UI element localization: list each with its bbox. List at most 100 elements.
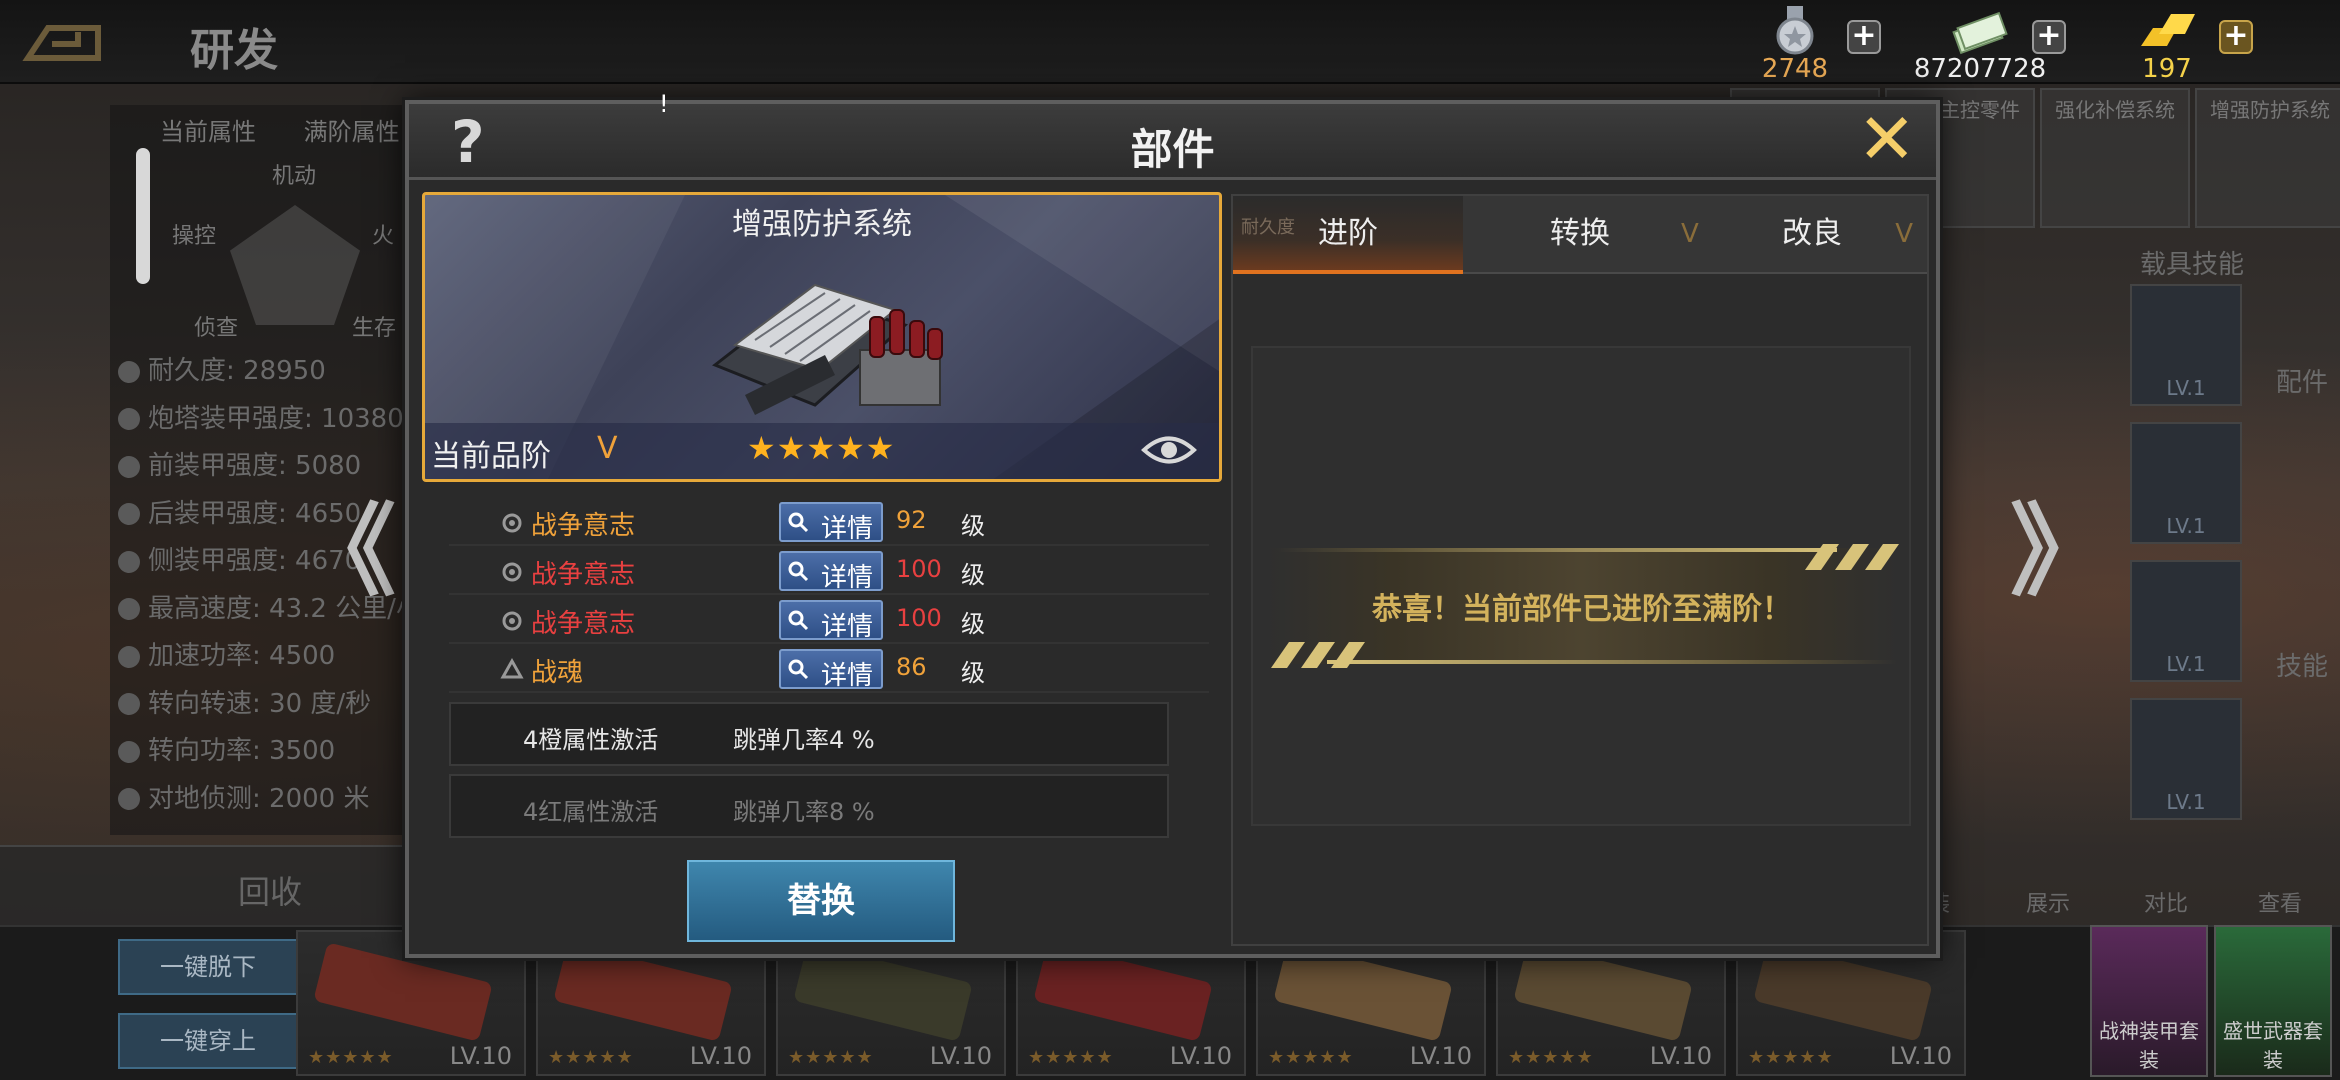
activation-effect: 跳弹几率8 % <box>733 798 875 826</box>
stat-icon <box>118 693 140 716</box>
radar-label: 机动 <box>272 164 317 189</box>
back-icon[interactable] <box>18 14 108 64</box>
stat-icon <box>118 503 140 526</box>
cash-resource: + 87207728 <box>1900 4 2100 84</box>
detail-label: 详情 <box>821 563 874 593</box>
stat-row: 耐久度: 28950 <box>118 348 422 396</box>
banner-stripes <box>1271 642 1365 668</box>
detail-button[interactable]: 详情 <box>779 502 883 544</box>
medal-icon <box>1776 6 1814 55</box>
attribute-row: 战争意志 详情 100 级 <box>449 547 1209 595</box>
slot-level: LV.10 <box>1409 1042 1472 1070</box>
slot-level: LV.10 <box>1649 1042 1712 1070</box>
side-tab-parts[interactable]: 配件 <box>2276 362 2328 399</box>
radar-label: 操控 <box>172 224 217 249</box>
side-tab-skills[interactable]: 技能 <box>2276 646 2328 683</box>
grade-value: V <box>597 431 618 466</box>
action-view[interactable]: 查看 <box>2258 886 2302 918</box>
recycle-button[interactable]: 回收 <box>238 867 302 913</box>
tab-convert[interactable]: 转换 <box>1465 196 1695 274</box>
stat-row: 炮塔装甲强度: 10380 <box>118 396 422 444</box>
max-level-banner: 恭喜！当前部件已进阶至满阶！ <box>1267 544 1899 668</box>
vehicle-skills-title: 载具技能 <box>2140 250 2245 280</box>
stat-icon <box>118 550 140 573</box>
attribute-name: 战魂 <box>531 658 584 688</box>
slot-level: LV.10 <box>929 1042 992 1070</box>
upgrade-tabs: 耐久度 进阶 转换 V 改良 V <box>1233 196 1927 274</box>
skill-level: LV.1 <box>2166 376 2206 400</box>
attribute-row: 战争意志 详情 92 级 <box>449 498 1209 546</box>
replace-button[interactable]: 替换 <box>687 860 955 942</box>
next-part-arrow[interactable]: 》 <box>2010 470 2110 615</box>
cash-icon <box>1952 11 2008 55</box>
slot-stars: ★★★★★ <box>1748 1047 1834 1068</box>
attribute-value: 100 <box>896 555 942 583</box>
tab-refine[interactable]: V 改良 V <box>1681 196 1927 274</box>
cash-add-button[interactable]: + <box>2032 20 2066 54</box>
detail-label: 详情 <box>821 612 874 642</box>
radar-label: 生存 <box>352 316 397 341</box>
prev-part-arrow[interactable]: 《 <box>296 470 396 615</box>
equip-all-button[interactable]: 一键穿上 <box>118 1013 298 1069</box>
medal-add-button[interactable]: + <box>1847 20 1881 54</box>
skill-tile[interactable]: LV.1 <box>2130 560 2242 682</box>
skill-level: LV.1 <box>2166 790 2206 814</box>
skill-tile[interactable]: LV.1 <box>2130 422 2242 544</box>
skill-level: LV.1 <box>2166 652 2206 676</box>
gear-icon <box>502 611 522 631</box>
detail-button[interactable]: 详情 <box>779 600 883 642</box>
tab-advance[interactable]: 耐久度 进阶 <box>1233 196 1463 274</box>
banner-stripes <box>1805 544 1899 570</box>
eye-icon[interactable] <box>1141 433 1197 467</box>
tab-max-attributes[interactable]: 满阶属性 <box>304 118 400 146</box>
medal-resource: + 2748 <box>1715 4 1915 84</box>
weapon-suit-label: 盛世武器套装 <box>2223 1019 2323 1072</box>
slot-level: LV.10 <box>1169 1042 1232 1070</box>
top-item[interactable]: 强化补偿系统 <box>2040 88 2190 228</box>
skill-tile[interactable]: LV.1 <box>2130 284 2242 406</box>
attribute-value: 92 <box>896 506 927 534</box>
stat-text: 对地侦测: 2000 米 <box>148 783 370 814</box>
medal-value: 2748 <box>1761 54 1829 84</box>
slot-level: LV.10 <box>1889 1042 1952 1070</box>
banner-line <box>1277 548 1837 552</box>
action-compare[interactable]: 对比 <box>2144 886 2188 918</box>
close-icon[interactable]: ✕ <box>1857 98 1916 180</box>
weapon-suit-card[interactable]: 盛世武器套装 <box>2214 925 2332 1077</box>
detail-button[interactable]: 详情 <box>779 649 883 691</box>
banner-line <box>1327 660 1897 664</box>
attribute-row: 战争意志 详情 100 级 <box>449 596 1209 644</box>
recycle-bar: 回收 <box>0 845 440 925</box>
detail-button[interactable]: 详情 <box>779 551 883 593</box>
top-item[interactable]: 增强防护系统 <box>2195 88 2340 228</box>
attribute-scrollbar[interactable] <box>136 148 150 284</box>
tab-label: 进阶 <box>1318 216 1378 251</box>
stat-text: 加速功率: 4500 <box>148 641 336 671</box>
stat-icon <box>118 360 140 383</box>
page-title: 研发 <box>190 25 278 76</box>
slot-stars: ★★★★★ <box>1028 1047 1114 1068</box>
activation-label: 4红属性激活 <box>523 798 659 826</box>
activation-label: 4橙属性激活 <box>523 726 659 754</box>
skill-tile[interactable]: LV.1 <box>2130 698 2242 820</box>
grade-tag: V <box>1895 219 1913 249</box>
tab-current-attributes[interactable]: 当前属性 <box>160 118 256 146</box>
level-unit: 级 <box>961 561 985 589</box>
radar-label: 侦查 <box>194 316 239 341</box>
durability-tag: 耐久度 <box>1241 217 1295 238</box>
spirit-icon <box>500 657 524 679</box>
stat-row: 转向转速: 30 度/秒 <box>118 681 422 729</box>
tab-label: 改良 <box>1782 216 1842 251</box>
activation-row: 4橙属性激活 跳弹几率4 % <box>449 702 1169 766</box>
level-unit: 级 <box>961 512 985 540</box>
gold-add-button[interactable]: + <box>2219 20 2253 54</box>
part-name: 增强防护系统 <box>732 207 912 242</box>
stat-icon <box>118 455 140 478</box>
armor-suit-card[interactable]: 战神装甲套装 <box>2090 925 2208 1077</box>
armor-suit-label: 战神装甲套装 <box>2099 1019 2199 1072</box>
tab-label: 转换 <box>1550 216 1610 251</box>
slot-stars: ★★★★★ <box>548 1047 634 1068</box>
action-showcase[interactable]: 展示 <box>2026 886 2070 918</box>
unequip-all-button[interactable]: 一键脱下 <box>118 939 298 995</box>
detail-label: 详情 <box>821 661 874 691</box>
